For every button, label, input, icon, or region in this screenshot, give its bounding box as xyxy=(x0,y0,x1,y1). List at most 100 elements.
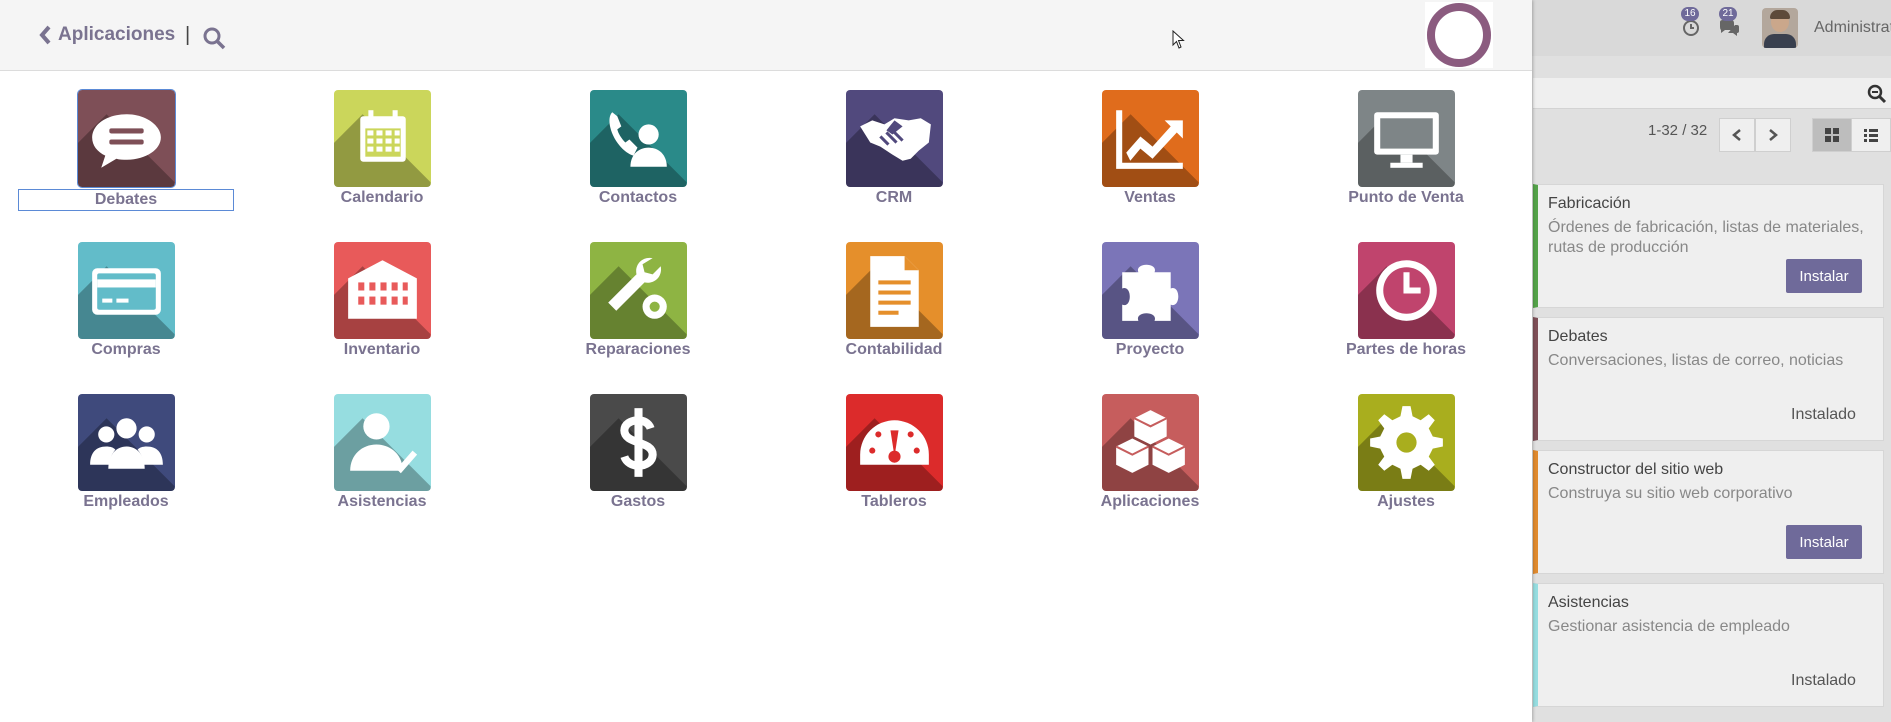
mouse-pointer-icon xyxy=(1172,29,1186,55)
app-label: Gastos xyxy=(610,493,666,510)
app-contactos[interactable]: Contactos xyxy=(538,90,738,207)
app-tile[interactable] xyxy=(1101,242,1199,339)
app-contabilidad[interactable]: Contabilidad xyxy=(794,242,994,359)
app-tile[interactable] xyxy=(1357,394,1455,491)
module-card[interactable]: Fabricación Órdenes de fabricación, lista… xyxy=(1533,184,1884,308)
messages-chat-icon[interactable]: 21 xyxy=(1718,7,1740,39)
app-ajustes[interactable]: Ajustes xyxy=(1306,394,1506,511)
clock-icon xyxy=(1375,260,1437,321)
module-title: Fabricación xyxy=(1548,195,1631,212)
app-debates[interactable]: Debates xyxy=(18,89,234,211)
app-tile[interactable] xyxy=(589,90,687,187)
app-punto-de-venta[interactable]: Punto de Venta xyxy=(1306,90,1506,207)
message-count-badge: 21 xyxy=(1719,7,1737,21)
app-label: Ventas xyxy=(1124,189,1176,206)
app-tile[interactable] xyxy=(1357,90,1455,187)
credit-card-icon xyxy=(91,268,161,315)
chevron-right-icon xyxy=(1769,129,1778,141)
app-calendario[interactable]: Calendario xyxy=(282,90,482,207)
document-icon xyxy=(869,256,919,327)
app-tile[interactable] xyxy=(589,242,687,339)
module-title: Debates xyxy=(1548,328,1608,345)
module-description: Gestionar asistencia de empleado xyxy=(1548,618,1790,635)
separator: | xyxy=(185,24,191,46)
list-icon xyxy=(1864,129,1878,142)
module-title: Asistencias xyxy=(1548,594,1629,611)
install-button[interactable]: Instalar xyxy=(1786,525,1862,559)
grid-icon xyxy=(1825,128,1839,142)
warehouse-icon xyxy=(347,260,417,319)
pager-next-button[interactable] xyxy=(1755,118,1791,152)
app-reparaciones[interactable]: Reparaciones xyxy=(538,242,738,359)
loading-indicator xyxy=(1425,2,1493,68)
settings-gear-icon xyxy=(1369,406,1443,479)
app-tile[interactable] xyxy=(845,242,943,339)
app-compras[interactable]: Compras xyxy=(26,242,226,359)
app-tableros[interactable]: Tableros xyxy=(794,394,994,511)
handshake-icon xyxy=(859,118,931,161)
app-launcher-panel: Aplicaciones | Debates Calendario Contacto… xyxy=(0,0,1532,722)
app-tile[interactable] xyxy=(333,394,431,491)
search-icon[interactable] xyxy=(1867,84,1887,109)
launcher-header: Aplicaciones | xyxy=(0,0,1532,71)
username[interactable]: Administrat xyxy=(1814,19,1891,37)
loading-ring-icon xyxy=(1427,3,1491,67)
app-tile[interactable] xyxy=(76,89,176,188)
app-tile[interactable] xyxy=(333,90,431,187)
app-tile[interactable] xyxy=(333,242,431,339)
app-tile[interactable] xyxy=(77,394,175,491)
app-tile[interactable] xyxy=(77,242,175,339)
app-tile[interactable] xyxy=(1101,394,1199,491)
app-label: Tableros xyxy=(861,493,927,510)
search-icon[interactable] xyxy=(202,26,226,55)
user-check-icon xyxy=(349,413,417,474)
app-empleados[interactable]: Empleados xyxy=(26,394,226,511)
installed-status: Instalado xyxy=(1791,672,1856,689)
app-inventario[interactable]: Inventario xyxy=(282,242,482,359)
module-description: Órdenes de fabricación, listas de materi… xyxy=(1548,219,1864,256)
dashboard-gauge-icon xyxy=(859,420,929,465)
wrench-gear-icon xyxy=(607,257,667,319)
module-card[interactable]: Debates Conversaciones, listas de correo,… xyxy=(1533,317,1884,441)
systray: 16 21 Administrat xyxy=(1680,7,1891,48)
background-search-bar[interactable] xyxy=(1533,78,1891,109)
app-tile[interactable] xyxy=(589,394,687,491)
app-gastos[interactable]: Gastos xyxy=(538,394,738,511)
activity-clock-icon[interactable]: 16 xyxy=(1680,7,1702,39)
back-to-applications-link[interactable]: Aplicaciones xyxy=(38,24,175,46)
chevron-left-icon xyxy=(1732,129,1741,141)
app-label: Partes de horas xyxy=(1345,341,1467,358)
chart-up-icon xyxy=(1115,110,1183,169)
group-users-icon xyxy=(89,418,163,469)
app-label: Empleados xyxy=(83,493,169,510)
avatar[interactable] xyxy=(1762,8,1798,48)
contact-phone-icon xyxy=(608,112,667,167)
chevron-left-icon xyxy=(39,25,51,45)
app-label: Compras xyxy=(91,341,161,358)
app-ventas[interactable]: Ventas xyxy=(1050,90,1250,207)
app-partes-de-horas[interactable]: Partes de horas xyxy=(1306,242,1506,359)
app-label: Proyecto xyxy=(1115,341,1185,358)
app-tile[interactable] xyxy=(1101,90,1199,187)
install-button[interactable]: Instalar xyxy=(1786,259,1862,293)
module-card[interactable]: Asistencias Gestionar asistencia de emple… xyxy=(1533,583,1884,707)
app-label: Asistencias xyxy=(337,493,427,510)
app-proyecto[interactable]: Proyecto xyxy=(1050,242,1250,359)
app-aplicaciones[interactable]: Aplicaciones xyxy=(1050,394,1250,511)
app-label: Inventario xyxy=(343,341,421,358)
app-asistencias[interactable]: Asistencias xyxy=(282,394,482,511)
app-label: Debates xyxy=(18,189,234,211)
app-tile[interactable] xyxy=(845,394,943,491)
kanban-view-button[interactable] xyxy=(1812,118,1852,152)
module-card[interactable]: Constructor del sitio web Construya su si… xyxy=(1533,450,1884,574)
app-label: Contabilidad xyxy=(845,341,943,358)
pager-previous-button[interactable] xyxy=(1719,118,1755,152)
list-view-button[interactable] xyxy=(1851,118,1891,152)
cubes-icon xyxy=(1115,410,1185,473)
installed-status: Instalado xyxy=(1791,406,1856,423)
app-crm[interactable]: CRM xyxy=(794,90,994,207)
app-tile[interactable] xyxy=(1357,242,1455,339)
app-tile[interactable] xyxy=(845,90,943,187)
app-label: Contactos xyxy=(598,189,678,206)
module-description: Conversaciones, listas de correo, notici… xyxy=(1548,352,1844,369)
